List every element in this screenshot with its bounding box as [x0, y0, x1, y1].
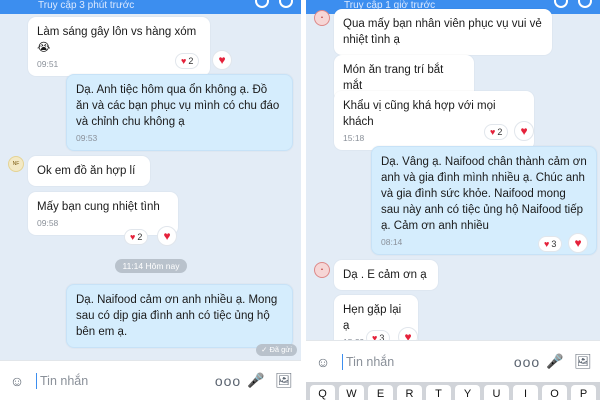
message-time: 09:58: [37, 218, 59, 228]
key-q[interactable]: Q: [310, 385, 335, 400]
chat-panel-right: Truy cập 1 giờ trước • Qua mấy bạn nhân …: [306, 0, 600, 400]
message-text: Dạ. Naifood cảm ơn anh nhiều ạ. Mong sau…: [76, 294, 281, 338]
sent-status: ✓ Đã gửi: [256, 344, 297, 356]
message-bubble[interactable]: Dạ . E cảm ơn ạ: [334, 260, 438, 290]
chat-panel-left: Truy cập 3 phút trước Làm sáng gây lôn v…: [0, 0, 301, 400]
message-bubble[interactable]: Qua mấy bạn nhân viên phục vụ vui vẻ nhi…: [334, 9, 552, 55]
contact-avatar[interactable]: •: [314, 262, 330, 278]
date-divider: 11:14 Hôm nay: [115, 259, 187, 273]
add-reaction-button[interactable]: ♥: [212, 50, 232, 70]
status-bar: Truy cập 3 phút trước: [0, 0, 301, 14]
video-icon[interactable]: [279, 0, 293, 8]
heart-icon: ♥: [490, 127, 496, 137]
reaction-badge[interactable]: ♥ 2: [175, 53, 200, 69]
message-composer: ☺ Tin nhắn ooo 🎤 🖼: [0, 360, 301, 400]
message-input[interactable]: Tin nhắn: [342, 353, 508, 370]
message-bubble[interactable]: Khẩu vị cũng khá hợp với mọi khách 15:18: [334, 91, 534, 150]
image-icon[interactable]: 🖼: [275, 372, 293, 390]
message-bubble-mine[interactable]: Dạ. Naifood cảm ơn anh nhiều ạ. Mong sau…: [66, 284, 293, 348]
reaction-count: 2: [497, 127, 503, 137]
reaction-count: 2: [137, 232, 143, 242]
message-bubble[interactable]: Mấy bạn cung nhiệt tình 09:58: [28, 192, 178, 235]
key-w[interactable]: W: [339, 385, 364, 400]
onscreen-keyboard: Q W E R T Y U I O P: [306, 382, 600, 400]
heart-icon: ♥: [520, 124, 528, 138]
sticker-icon[interactable]: ☺: [314, 353, 332, 371]
heart-icon: ♥: [163, 229, 171, 243]
image-icon[interactable]: 🖼: [574, 353, 592, 371]
heart-icon: ♥: [218, 53, 226, 67]
message-input[interactable]: Tin nhắn: [36, 372, 209, 389]
contact-avatar[interactable]: •: [314, 10, 330, 26]
message-bubble[interactable]: Ok em đồ ăn hợp lí: [28, 156, 150, 186]
last-seen-status: Truy cập 3 phút trước: [38, 0, 135, 11]
key-t[interactable]: T: [426, 385, 451, 400]
heart-icon: ♥: [181, 56, 187, 66]
message-list[interactable]: Làm sáng gây lôn vs hàng xóm 😭 09:51 ♥ 2…: [0, 14, 301, 400]
mic-icon[interactable]: 🎤: [546, 353, 564, 371]
sticker-icon[interactable]: ☺: [8, 372, 26, 390]
heart-icon: ♥: [544, 239, 550, 249]
message-text: Dạ. Vâng ạ. Naifood chân thành cảm ơn an…: [381, 156, 590, 232]
more-icon[interactable]: ooo: [215, 372, 240, 390]
more-icon[interactable]: ooo: [514, 353, 539, 371]
key-u[interactable]: U: [484, 385, 509, 400]
message-text: Ok em đồ ăn hợp lí: [37, 165, 136, 177]
reaction-badge[interactable]: ♥ 3: [538, 236, 563, 252]
contact-avatar[interactable]: NF: [8, 156, 24, 172]
add-reaction-button[interactable]: ♥: [514, 121, 534, 141]
key-p[interactable]: P: [571, 385, 596, 400]
message-text: Món ăn trang trí bắt mắt: [343, 64, 447, 92]
reaction-badge[interactable]: ♥ 2: [124, 229, 149, 245]
reaction-badge[interactable]: ♥ 2: [484, 124, 509, 140]
message-text: Dạ . E cảm ơn ạ: [343, 269, 427, 281]
heart-icon: ♥: [130, 232, 136, 242]
message-text: Làm sáng gây lôn vs hàng xóm 😭: [37, 26, 200, 54]
add-reaction-button[interactable]: ♥: [568, 233, 588, 253]
add-reaction-button[interactable]: ♥: [157, 226, 177, 246]
message-text: Mấy bạn cung nhiệt tình: [37, 201, 160, 213]
message-text: Dạ. Anh tiệc hôm qua ổn không ạ. Đồ ăn v…: [76, 84, 283, 128]
reaction-count: 2: [188, 56, 194, 66]
message-composer: ☺ Tin nhắn ooo 🎤 🖼: [306, 340, 600, 382]
mic-icon[interactable]: 🎤: [247, 372, 265, 390]
heart-icon: ♥: [574, 236, 582, 250]
key-i[interactable]: I: [513, 385, 538, 400]
video-icon[interactable]: [578, 0, 592, 8]
key-r[interactable]: R: [397, 385, 422, 400]
key-o[interactable]: O: [542, 385, 567, 400]
call-icon[interactable]: [255, 0, 269, 8]
message-time: 09:53: [76, 133, 98, 143]
call-icon[interactable]: [554, 0, 568, 8]
key-y[interactable]: Y: [455, 385, 480, 400]
reaction-count: 3: [551, 239, 557, 249]
message-bubble-mine[interactable]: Dạ. Vâng ạ. Naifood chân thành cảm ơn an…: [371, 146, 597, 255]
message-text: Qua mấy bạn nhân viên phục vụ vui vẻ nhi…: [343, 18, 546, 46]
message-bubble-mine[interactable]: Dạ. Anh tiệc hôm qua ổn không ạ. Đồ ăn v…: [66, 74, 293, 151]
key-e[interactable]: E: [368, 385, 393, 400]
